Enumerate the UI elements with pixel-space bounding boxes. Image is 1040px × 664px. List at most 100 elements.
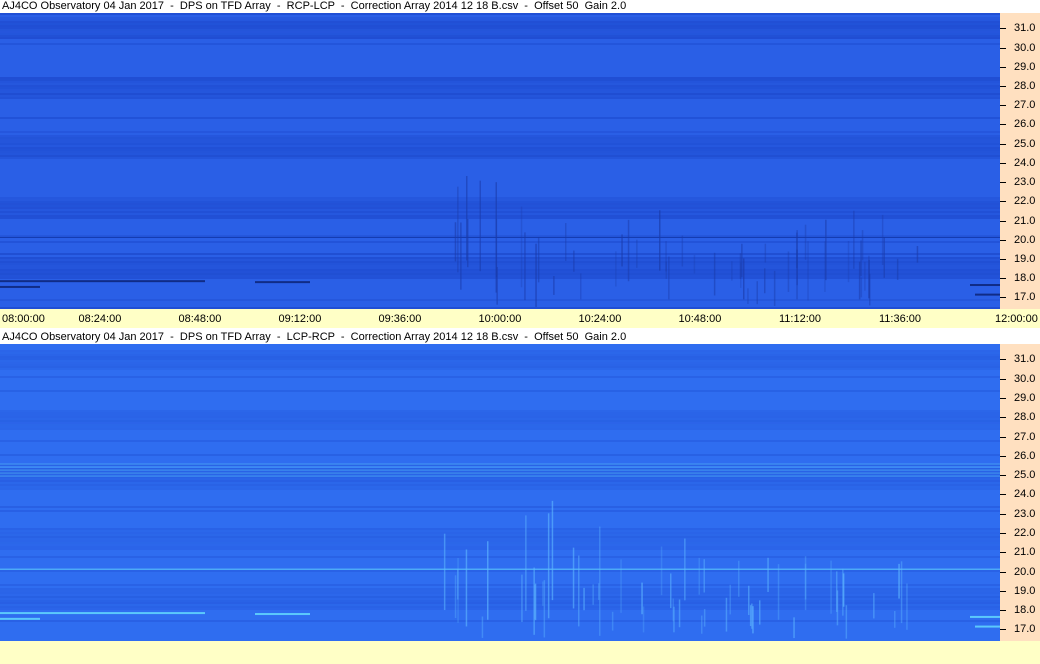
spectrogram-burst bbox=[465, 549, 468, 627]
spectrogram-burst bbox=[521, 574, 523, 623]
spectrogram-band bbox=[0, 596, 1000, 598]
y-tick-label: 26.0 bbox=[1014, 118, 1036, 131]
y-tick bbox=[1000, 378, 1006, 380]
spectrogram-burst bbox=[759, 600, 761, 625]
y-tick bbox=[1000, 182, 1006, 184]
spectrogram-band bbox=[0, 536, 1000, 538]
spectrogram-band bbox=[0, 201, 1000, 203]
spectrogram-band bbox=[0, 604, 1000, 606]
spectrogram-band bbox=[0, 478, 1000, 480]
spectrogram-burst bbox=[869, 273, 871, 306]
spectrogram-burst bbox=[739, 253, 742, 279]
y-tick bbox=[1000, 571, 1006, 573]
spectrogram-band bbox=[0, 259, 1000, 261]
spectrogram-burst bbox=[641, 582, 643, 615]
spectrogram-band bbox=[0, 153, 1000, 155]
spectrogram-burst bbox=[881, 214, 884, 265]
spectrogram-bright-band bbox=[0, 466, 1000, 468]
spectrogram-burst bbox=[487, 541, 489, 620]
spectrogram-burst bbox=[467, 218, 469, 268]
spectrogram-band bbox=[0, 137, 1000, 139]
spectrogram-burst bbox=[725, 597, 728, 632]
y-tick-label: 19.0 bbox=[1014, 584, 1036, 597]
spectrogram-burst bbox=[583, 587, 585, 611]
spectrogram-burst bbox=[773, 270, 776, 306]
spectrogram-burst bbox=[572, 547, 575, 609]
y-tick bbox=[1000, 533, 1006, 534]
panel1-title: AJ4CO Observatory 04 Jan 2017 - DPS on T… bbox=[0, 0, 1040, 13]
spectrogram-band bbox=[0, 454, 1000, 456]
y-tick-label: 31.0 bbox=[1014, 22, 1036, 35]
spectrogram-burst bbox=[729, 584, 731, 615]
y-tick-label: 24.0 bbox=[1014, 156, 1036, 169]
y-tick-label: 23.0 bbox=[1014, 507, 1036, 520]
y-tick bbox=[1000, 455, 1006, 457]
panel2-title: AJ4CO Observatory 04 Jan 2017 - DPS on T… bbox=[0, 331, 1040, 344]
x-tick-label: 10:48:00 bbox=[678, 313, 722, 325]
spectrogram-band bbox=[0, 275, 1000, 277]
y-tick-label: 19.0 bbox=[1014, 253, 1036, 266]
spectrogram-band bbox=[0, 269, 1000, 271]
spectrogram-band bbox=[0, 530, 1000, 532]
spectrogram-band bbox=[0, 368, 1000, 370]
y-tick bbox=[1000, 398, 1006, 399]
spectrogram-rfi-streak bbox=[0, 285, 40, 288]
spectrogram-canvas bbox=[0, 344, 1000, 641]
spectrogram-band bbox=[0, 602, 1000, 604]
spectrogram-band bbox=[0, 93, 1000, 95]
spectrogram-band bbox=[0, 117, 1000, 119]
spectrogram-band bbox=[0, 203, 1000, 205]
spectrogram-burst bbox=[804, 563, 807, 611]
spectrogram-burst bbox=[861, 230, 864, 261]
y-tick bbox=[1000, 610, 1006, 612]
spectrogram-band bbox=[0, 17, 1000, 19]
y-tick bbox=[1000, 66, 1006, 68]
spectrogram-burst bbox=[741, 243, 743, 278]
spectrogram-burst bbox=[703, 559, 705, 593]
y-tick bbox=[1000, 359, 1006, 361]
x-tick-label: 12:00:00 bbox=[995, 313, 1038, 325]
spectrogram-band bbox=[0, 588, 1000, 590]
spectrogram-burst bbox=[853, 210, 855, 269]
spectrogram-burst bbox=[553, 276, 555, 295]
y-tick bbox=[1000, 143, 1006, 145]
spectrogram-burst bbox=[898, 563, 900, 599]
spectrogram-bright-band bbox=[0, 472, 1000, 474]
spectrogram-band bbox=[0, 139, 1000, 141]
spectrogram-band bbox=[0, 197, 1000, 199]
spectrogram-burst bbox=[807, 241, 809, 301]
spectrogram-burst bbox=[713, 252, 716, 296]
spectrogram-band bbox=[0, 29, 1000, 31]
spectrogram-rfi-streak bbox=[255, 281, 310, 284]
panel2-y-axis: 31.0 30.0 29.0 28.0 27.0 26.0 25.0 24.0 23.0 22.0… bbox=[1000, 344, 1040, 641]
panel2-x-axis bbox=[0, 641, 1040, 664]
y-tick-label: 30.0 bbox=[1014, 372, 1036, 385]
spectrogram-burst bbox=[636, 239, 638, 268]
y-tick bbox=[1000, 590, 1006, 592]
spectrogram-band bbox=[0, 542, 1000, 544]
y-tick bbox=[1000, 259, 1006, 261]
spectrogram-burst bbox=[678, 599, 681, 628]
spectrogram-burst bbox=[573, 250, 575, 272]
spectrogram-burst bbox=[825, 219, 827, 281]
spectrogram-band bbox=[0, 592, 1000, 594]
spectrogram-band bbox=[0, 151, 1000, 153]
x-tick-label: 10:00:00 bbox=[478, 313, 522, 325]
spectrogram-band bbox=[0, 356, 1000, 358]
spectrogram-burst bbox=[701, 615, 703, 634]
y-tick bbox=[1000, 475, 1006, 477]
y-tick bbox=[1000, 436, 1006, 438]
spectrogram-band bbox=[0, 91, 1000, 93]
spectrogram-burst bbox=[883, 237, 885, 278]
spectrogram-band bbox=[0, 95, 1000, 97]
spectrogram-burst bbox=[796, 232, 798, 268]
spectrogram-band bbox=[0, 77, 1000, 79]
spectrogram-burst bbox=[860, 240, 862, 277]
spectrogram-band bbox=[0, 570, 1000, 572]
spectrogram-band bbox=[0, 480, 1000, 482]
spectrogram-band bbox=[0, 273, 1000, 275]
spectrogram-band bbox=[0, 484, 1000, 486]
spectrogram-band bbox=[0, 608, 1000, 610]
spectrogram-band bbox=[0, 390, 1000, 392]
spectrogram-burst bbox=[764, 268, 766, 294]
